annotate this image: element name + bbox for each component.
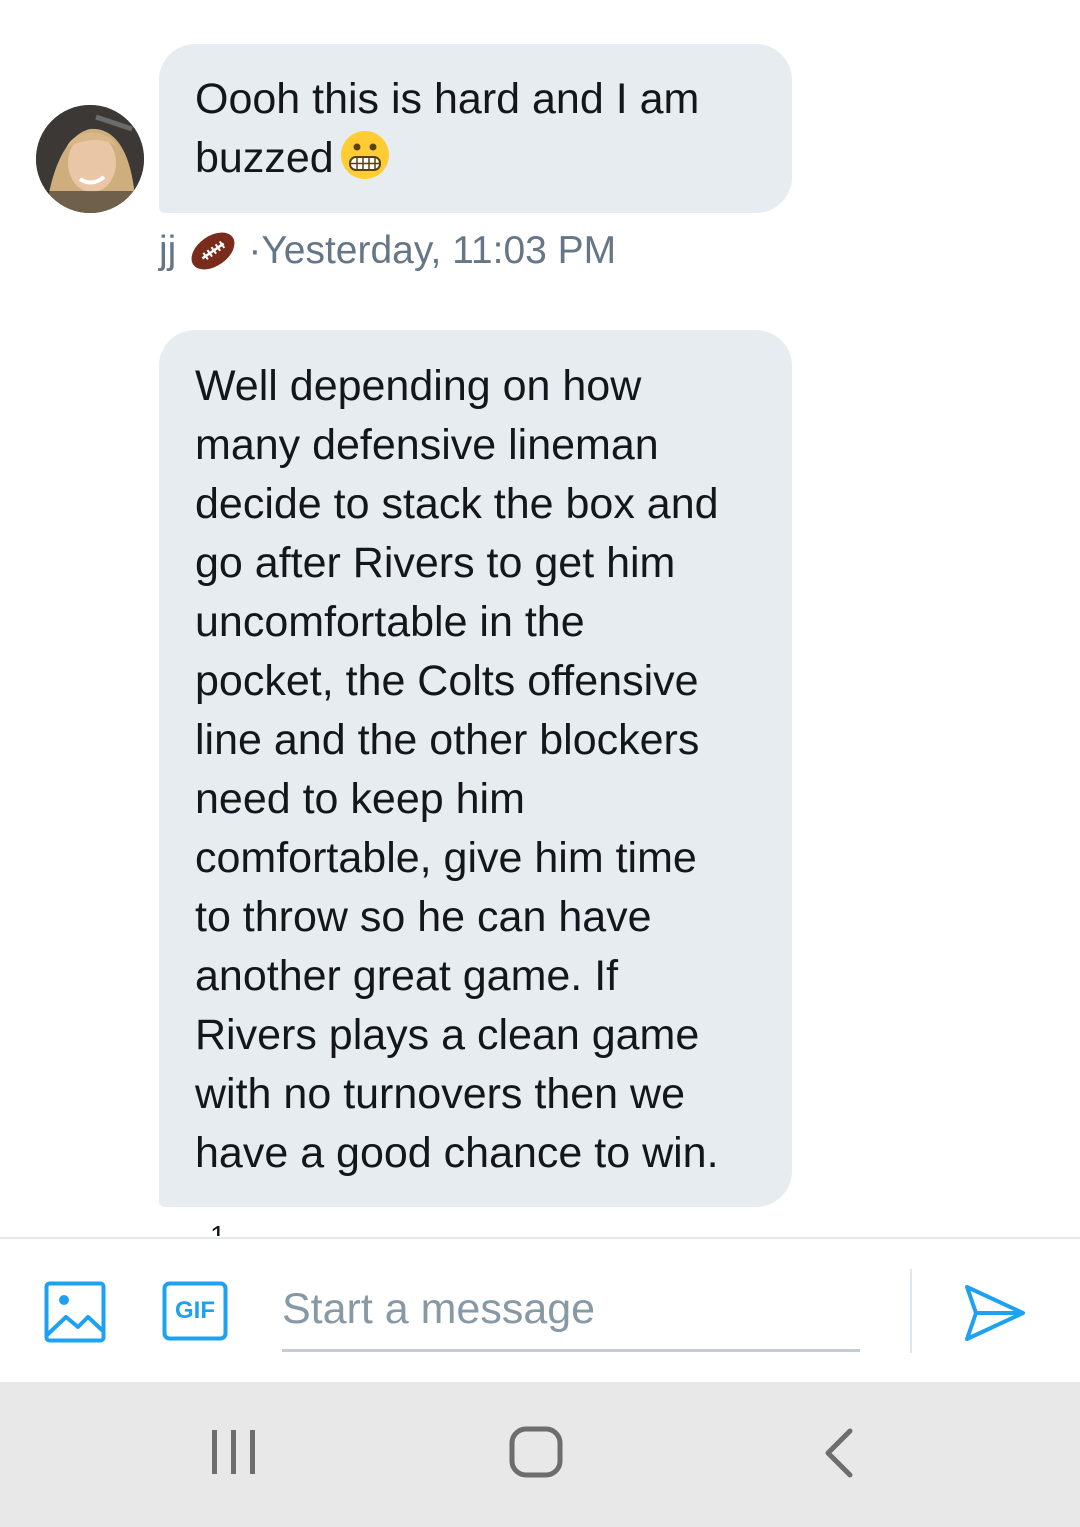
image-icon (44, 1281, 106, 1343)
message-line: many defensive lineman (195, 421, 659, 469)
system-navigation-bar (0, 1382, 1080, 1527)
back-button[interactable] (818, 1426, 858, 1480)
message-line: another great game. If (195, 952, 619, 1000)
home-button[interactable] (508, 1425, 564, 1479)
message-timestamp: Yesterday, 11:03 PM (261, 229, 617, 272)
sender-avatar[interactable] (36, 105, 144, 213)
message-line-with-emoji: buzzed (195, 129, 756, 188)
dm-conversation-screen: Oooh this is hard and I am buzzed jj · Y… (0, 0, 1080, 1527)
chevron-left-icon (825, 1428, 853, 1478)
message-line: to throw so he can have (195, 893, 652, 941)
message-line: pocket, the Colts offensive (195, 657, 699, 705)
add-gif-button[interactable]: GIF (162, 1281, 228, 1341)
football-emoji-icon (191, 232, 235, 270)
send-icon (965, 1285, 1025, 1341)
message-line: Well depending on how (195, 362, 642, 410)
send-button[interactable] (962, 1283, 1028, 1343)
message-line-text: buzzed (195, 134, 334, 182)
composer-divider (910, 1269, 912, 1353)
message-input[interactable] (282, 1269, 860, 1352)
message-line: decide to stack the box and (195, 480, 719, 528)
home-icon (509, 1426, 563, 1478)
message-line: with no turnovers then we (195, 1070, 685, 1118)
message-line: comfortable, give him time (195, 834, 697, 882)
message-meta: jj · Yesterday, 11:03 PM (159, 226, 616, 276)
partially-hidden-text: 1 (210, 1220, 226, 1236)
message-line: Oooh this is hard and I am (195, 75, 700, 123)
avatar-photo (36, 105, 144, 213)
message-bubble[interactable]: Oooh this is hard and I am buzzed (159, 44, 792, 213)
message-line: have a good chance to win. (195, 1129, 719, 1177)
message-line: Rivers plays a clean game (195, 1011, 700, 1059)
gif-label: GIF (175, 1297, 215, 1324)
sender-name: jj (159, 229, 177, 272)
message-line: line and the other blockers (195, 716, 700, 764)
message-line: uncomfortable in the (195, 598, 585, 646)
recent-apps-button[interactable] (208, 1427, 260, 1477)
grimacing-face-emoji-icon (340, 131, 389, 179)
add-media-button[interactable] (44, 1281, 106, 1343)
recent-apps-icon (212, 1430, 255, 1474)
message-bubble[interactable]: Well depending on how many defensive lin… (159, 330, 792, 1207)
meta-separator: · (248, 229, 262, 272)
message-composer: GIF (0, 1237, 1080, 1384)
message-line: need to keep him (195, 775, 525, 823)
message-line: go after Rivers to get him (195, 539, 676, 587)
